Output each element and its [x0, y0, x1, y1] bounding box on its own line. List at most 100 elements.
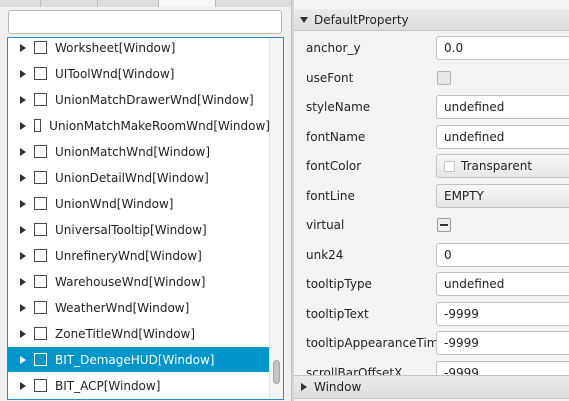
tree-item-label: UnionDetailWnd[Window] [55, 170, 209, 185]
property-row: fontLine EMPTY [294, 181, 569, 211]
window-icon [34, 171, 47, 184]
expand-arrow-icon[interactable] [20, 251, 26, 260]
property-row: useFont [294, 63, 569, 93]
property-row: tooltipType undefined [294, 269, 569, 299]
tree-item[interactable]: BIT_ACP[Window] [8, 373, 270, 398]
property-pane: DefaultProperty anchor_y 0.0 useFont styleN… [294, 0, 569, 401]
expand-arrow-icon[interactable] [20, 381, 26, 390]
expand-arrow-icon[interactable] [20, 121, 26, 130]
tree-item-label: UnrefineryWnd[Window] [55, 248, 202, 263]
window-icon [34, 67, 47, 80]
tree-item[interactable]: WeatherWnd[Window] [8, 295, 270, 320]
tree-item-label: UnionMatchMakeRoomWnd[Window] [49, 118, 270, 133]
tree-item[interactable]: UnrefineryWnd[Window] [8, 243, 270, 268]
tree-item[interactable]: Worksheet[Window] [8, 38, 270, 60]
window-icon [34, 275, 47, 288]
tree-item-label: UnionMatchWnd[Window] [55, 144, 211, 159]
tree-pane: Worksheet[Window] UIToolWnd[Window] UnionM… [0, 7, 291, 401]
tab[interactable] [98, 0, 159, 7]
tree-item-label: WeatherWnd[Window] [55, 300, 190, 315]
tree-item[interactable]: ZoneTitleWnd[Window] [8, 321, 270, 346]
section-title: DefaultProperty [314, 12, 409, 27]
window-tree[interactable]: Worksheet[Window] UIToolWnd[Window] UnionM… [7, 37, 284, 400]
property-dropdown[interactable]: EMPTY [436, 183, 569, 208]
expand-arrow-icon[interactable] [20, 355, 26, 364]
expand-arrow-icon[interactable] [20, 173, 26, 182]
tree-scrollbar-thumb[interactable] [273, 360, 280, 384]
defaultproperty-section-header[interactable]: DefaultProperty [294, 9, 569, 31]
color-picker[interactable]: Transparent [436, 154, 569, 178]
tree-item[interactable]: UnionMatchWnd[Window] [8, 139, 270, 164]
property-value-field[interactable]: undefined [436, 124, 569, 149]
tree-item-label: UnionMatchDrawerWnd[Window] [55, 92, 254, 107]
property-row: fontName undefined [294, 122, 569, 152]
tree-item[interactable]: UIToolWnd[Window] [8, 61, 270, 86]
property-name: fontColor [306, 159, 362, 173]
tree-item-label: ZoneTitleWnd[Window] [55, 326, 196, 341]
tree-item[interactable]: BIT_DemageHUD[Window] [8, 347, 270, 372]
window-icon [34, 327, 47, 340]
property-row: tooltipText -9999 [294, 299, 569, 329]
property-value-field[interactable]: -9999 [436, 331, 569, 355]
window-icon [34, 223, 47, 236]
property-row: unk24 0 [294, 240, 569, 270]
property-value-text: undefined [444, 129, 505, 144]
property-value-text: -9999 [444, 336, 479, 350]
tab[interactable] [41, 0, 98, 7]
chevron-right-icon [301, 383, 307, 391]
window-icon [34, 301, 47, 314]
expand-arrow-icon[interactable] [20, 329, 26, 338]
property-row: fontColor Transparent [294, 151, 569, 181]
property-name: fontName [306, 129, 366, 144]
property-value-field[interactable]: undefined [436, 272, 569, 296]
property-row: anchor_y 0.0 [294, 33, 569, 63]
property-value-text: EMPTY [444, 188, 484, 203]
tab[interactable] [0, 0, 41, 7]
tab-selected[interactable] [159, 0, 216, 7]
property-checkbox-indeterminate[interactable] [437, 218, 451, 232]
tree-item-label: BIT_DemageHUD[Window] [55, 352, 215, 367]
property-value-text: -9999 [444, 306, 479, 321]
window-icon [34, 93, 47, 106]
property-value-text: undefined [444, 277, 505, 291]
expand-arrow-icon[interactable] [20, 95, 26, 104]
tree-search-input[interactable] [8, 10, 282, 34]
property-name: styleName [306, 100, 371, 114]
tree-item-label: UniversalTooltip[Window] [55, 222, 207, 237]
tree-item[interactable]: UnionWnd[Window] [8, 191, 270, 216]
property-row: virtual [294, 210, 569, 240]
property-name: useFont [306, 70, 354, 85]
tree-item-label: BIT_ACP[Window] [55, 378, 161, 393]
expand-arrow-icon[interactable] [20, 303, 26, 312]
expand-arrow-icon[interactable] [20, 277, 26, 286]
property-value-text: Transparent [461, 159, 533, 173]
tree-item[interactable]: WarehouseWnd[Window] [8, 269, 270, 294]
window-icon [34, 119, 42, 132]
expand-arrow-icon[interactable] [20, 225, 26, 234]
tab[interactable] [216, 0, 292, 7]
expand-arrow-icon[interactable] [20, 69, 26, 78]
property-checkbox[interactable] [437, 70, 451, 85]
window-icon [34, 249, 47, 262]
window-icon [34, 379, 47, 392]
color-swatch-icon [444, 161, 455, 172]
expand-arrow-icon[interactable] [20, 199, 26, 208]
property-value-field[interactable]: -9999 [436, 301, 569, 326]
property-name: virtual [306, 218, 345, 232]
chevron-down-icon [300, 16, 308, 23]
tree-item[interactable]: UnionMatchMakeRoomWnd[Window] [8, 113, 270, 138]
property-name: tooltipText [306, 306, 369, 321]
tree-scrollbar[interactable] [269, 38, 283, 399]
property-value-field[interactable]: 0 [436, 242, 569, 267]
property-value-field[interactable]: 0.0 [436, 36, 569, 60]
property-value-field[interactable]: undefined [436, 95, 569, 119]
property-row: tooltipAppearanceTime -9999 [294, 328, 569, 358]
tree-item[interactable]: UniversalTooltip[Window] [8, 217, 270, 242]
window-icon [34, 197, 47, 210]
window-icon [34, 145, 47, 158]
expand-arrow-icon[interactable] [20, 43, 26, 52]
tree-item[interactable]: UnionDetailWnd[Window] [8, 165, 270, 190]
window-section-header[interactable]: Window [294, 375, 569, 399]
expand-arrow-icon[interactable] [20, 147, 26, 156]
tree-item[interactable]: UnionMatchDrawerWnd[Window] [8, 87, 270, 112]
